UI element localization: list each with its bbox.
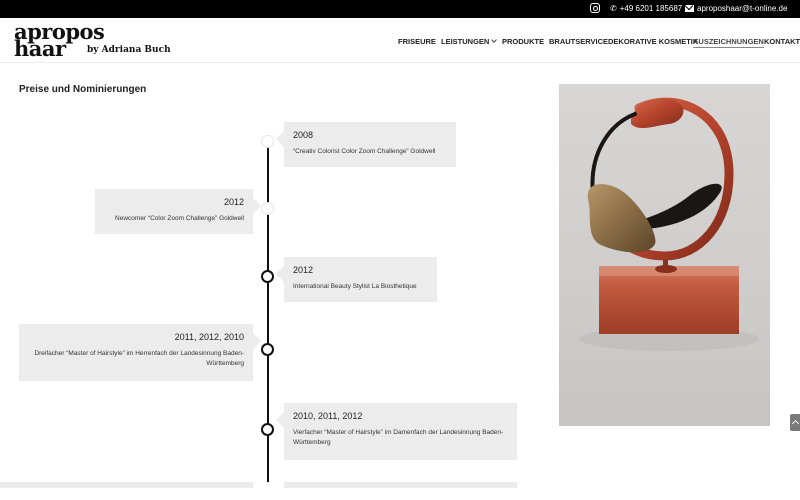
mail-icon [685, 5, 694, 12]
timeline-dot [261, 270, 274, 283]
timeline-desc: “Creativ Colorist Color Zoom Challenge” … [293, 148, 436, 155]
timeline-dot [261, 202, 274, 215]
nav-item-kontakt[interactable]: KONTAKT [764, 37, 800, 46]
timeline-year: 2012 [293, 265, 314, 275]
email-link[interactable]: aproposhaar@t-online.de [685, 4, 787, 13]
timeline-dot [261, 343, 274, 356]
timeline-year: 2008 [293, 130, 314, 140]
phone-link[interactable]: ✆ +49 6201 185687 [610, 4, 682, 13]
chevron-down-icon [491, 37, 498, 43]
trophy-photo [559, 84, 770, 426]
scroll-to-top-button[interactable] [790, 414, 800, 431]
nav-item-leistungen[interactable]: LEISTUNGEN [441, 37, 498, 46]
timeline-year: 2010, 2011, 2012 [293, 411, 363, 421]
nav-item-dekorative-kosmetik[interactable]: DEKORATIVE KOSMETIK [608, 37, 698, 46]
nav-item-produkte[interactable]: PRODUKTE [502, 37, 544, 46]
nav-item-friseure[interactable]: FRISEURE [398, 37, 436, 46]
email-address: aproposhaar@t-online.de [697, 4, 788, 13]
divider [0, 482, 253, 488]
trophy-illustration [579, 97, 759, 351]
timeline-dot [261, 423, 274, 436]
timeline-desc: Dreifacher “Master of Hairstyle” im Herr… [34, 350, 244, 367]
nav-item-leistungen-label: LEISTUNGEN [441, 37, 490, 46]
next-section-preview [0, 482, 800, 500]
site-logo[interactable]: apropos haar by Adriana Buch [14, 21, 174, 61]
timeline-year: 2012 [223, 197, 244, 207]
site-header: apropos haar by Adriana Buch FRISEURE LE… [0, 18, 800, 63]
timeline-year: 2011, 2012, 2010 [174, 332, 244, 342]
divider [284, 482, 517, 488]
timeline-card: 2008 “Creativ Colorist Color Zoom Challe… [276, 122, 456, 167]
instagram-icon[interactable] [590, 3, 600, 13]
top-bar: ✆ +49 6201 185687 aproposhaar@t-online.d… [0, 0, 800, 18]
phone-icon: ✆ [610, 3, 617, 13]
timeline-card: 2012 International Beauty Stylist La Bio… [276, 257, 437, 302]
section-title: Preise und Nominierungen [19, 84, 147, 95]
nav-item-auszeichnungen[interactable]: AUSZEICHNUNGEN [693, 37, 764, 48]
timeline-card: 2011, 2012, 2010 Dreifacher “Master of H… [19, 324, 261, 381]
timeline-desc: International Beauty Stylist La Biosthet… [293, 283, 417, 290]
timeline-dot [261, 135, 274, 148]
phone-number: +49 6201 185687 [619, 4, 683, 13]
timeline-desc: Vierfacher “Master of Hairstyle” im Dame… [293, 429, 504, 446]
timeline-card: 2010, 2011, 2012 Vierfacher “Master of H… [276, 403, 517, 460]
timeline-desc: Newcomer “Color Zoom Challenge” Goldwell [115, 215, 244, 222]
timeline-card: 2012 Newcomer “Color Zoom Challenge” Gol… [95, 189, 261, 234]
logo-line-3: by Adriana Buch [87, 45, 171, 55]
nav-item-brautservice[interactable]: BRAUTSERVICE [549, 37, 608, 46]
